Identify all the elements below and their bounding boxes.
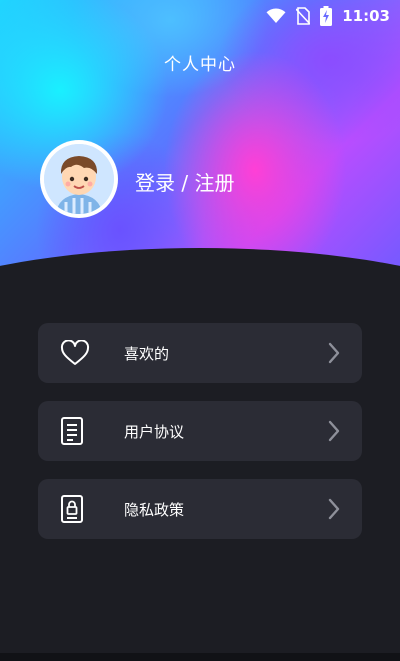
menu-item-label: 喜欢的 [124,344,170,363]
menu-item-privacy-policy[interactable]: 隐私政策 [38,479,362,539]
wifi-icon [266,8,286,24]
chevron-right-icon [328,420,340,442]
avatar[interactable] [40,140,118,218]
status-time: 11:03 [342,7,390,25]
header-curve [0,248,400,300]
page-title: 个人中心 [164,55,236,75]
login-register-link[interactable]: 登录 / 注册 [135,167,234,196]
chevron-right-icon [328,498,340,520]
menu-item-favorites[interactable]: 喜欢的 [38,323,362,383]
no-sim-icon [296,7,311,25]
menu-item-label: 用户协议 [124,422,185,441]
heart-icon [60,323,110,383]
status-bar: 11:03 [266,0,400,32]
menu-item-label: 隐私政策 [124,500,185,519]
document-icon [60,401,110,461]
privacy-lock-icon [60,479,110,539]
battery-charging-icon [320,6,333,26]
chevron-right-icon [328,342,340,364]
menu-item-user-agreement[interactable]: 用户协议 [38,401,362,461]
bottom-bar [0,653,400,661]
avatar-illustration [44,144,114,214]
